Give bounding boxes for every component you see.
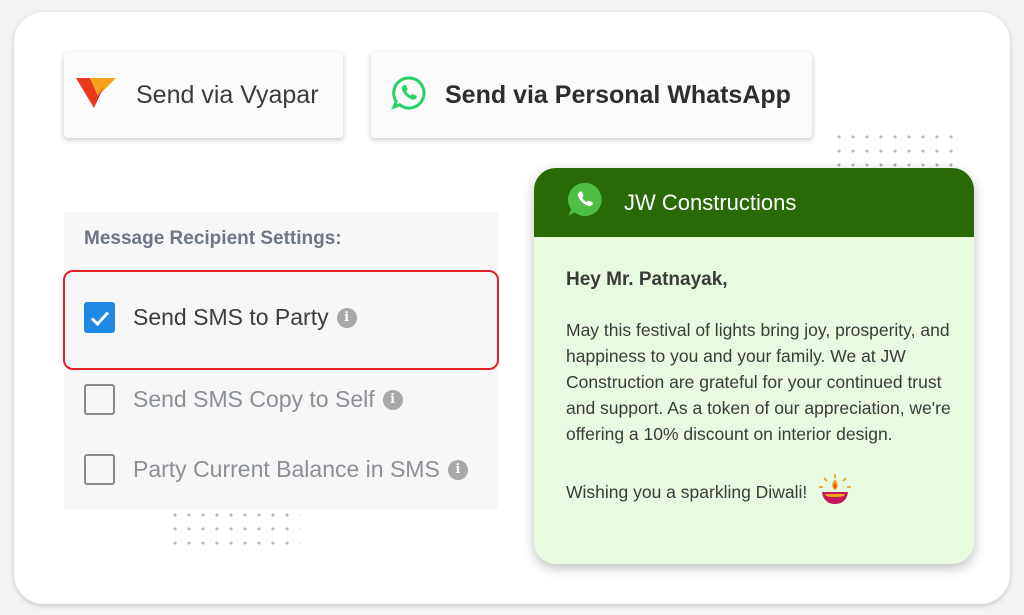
whatsapp-message-preview: JW Constructions Hey Mr. Patnayak, May t… xyxy=(534,168,974,564)
message-text: May this festival of lights bring joy, p… xyxy=(566,320,951,444)
info-icon[interactable]: i xyxy=(447,459,468,480)
whatsapp-button-label: Send via Personal WhatsApp xyxy=(445,80,791,109)
party-current-balance-label: Party Current Balance in SMS xyxy=(133,456,440,482)
message-closing: Wishing you a sparkling Diwali! xyxy=(566,482,808,502)
vyapar-button-label: Send via Vyapar xyxy=(136,80,319,109)
info-icon[interactable]: i xyxy=(382,389,403,410)
message-greeting: Hey Mr. Patnayak, xyxy=(566,269,728,290)
diya-lamp-icon xyxy=(817,473,853,512)
selected-option-highlight xyxy=(63,270,499,370)
decorative-dots-bottom xyxy=(168,508,300,550)
whatsapp-preview-header: JW Constructions xyxy=(534,168,974,237)
settings-heading: Message Recipient Settings: xyxy=(84,228,342,249)
whatsapp-sender-name: JW Constructions xyxy=(624,189,797,215)
send-via-whatsapp-button[interactable]: Send via Personal WhatsApp xyxy=(371,52,812,138)
option-party-current-balance[interactable]: Party Current Balance in SMS i xyxy=(84,454,468,485)
send-via-vyapar-button[interactable]: Send via Vyapar xyxy=(64,52,343,138)
vyapar-logo-icon xyxy=(74,72,118,119)
send-sms-copy-to-self-label: Send SMS Copy to Self xyxy=(133,386,375,412)
option-send-sms-copy-to-self[interactable]: Send SMS Copy to Self i xyxy=(84,384,403,415)
send-sms-copy-to-self-checkbox[interactable] xyxy=(84,384,115,415)
party-current-balance-checkbox[interactable] xyxy=(84,454,115,485)
whatsapp-message-body: Hey Mr. Patnayak, May this festival of l… xyxy=(534,237,974,512)
whatsapp-icon xyxy=(566,181,604,224)
message-closing-line: Wishing you a sparkling Diwali! xyxy=(566,473,948,512)
whatsapp-icon xyxy=(391,75,427,116)
